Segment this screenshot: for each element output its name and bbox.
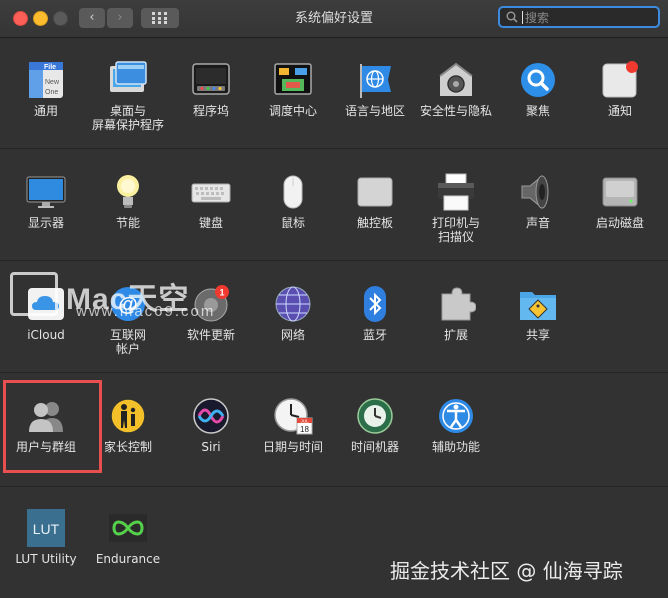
endurance-icon (108, 508, 148, 548)
keyboard-icon (191, 172, 231, 212)
notifications-icon (600, 60, 640, 100)
mission-control-icon (273, 60, 313, 100)
pref-label: 网络 (280, 328, 305, 342)
section-divider (0, 148, 668, 149)
pref-label: 程序坞 (192, 104, 229, 118)
parental-controls-icon (108, 396, 148, 436)
pref-label: 通知 (607, 104, 632, 118)
text-caret (522, 11, 523, 24)
title-bar: ‹ › 系统偏好设置 搜索 (0, 0, 668, 38)
security-privacy-icon (436, 60, 476, 100)
watermark-logo-box (10, 272, 58, 316)
pref-label: 共享 (525, 328, 550, 342)
calendar-month: JUL (300, 419, 308, 424)
svg-text:New: New (45, 79, 60, 86)
pref-label: 软件更新 (186, 328, 235, 342)
time-machine-icon (355, 396, 395, 436)
update-badge: 1 (219, 288, 224, 298)
trackpad-icon (355, 172, 395, 212)
svg-text:File: File (44, 64, 56, 71)
pref-label: 触控板 (356, 216, 393, 230)
lut-icon-text: LUT (33, 521, 60, 537)
network-icon (273, 284, 313, 324)
footer-watermark: 掘金技术社区 @ 仙海寻踪 (390, 559, 623, 583)
pref-label: 辅助功能 (431, 440, 480, 454)
svg-text:One: One (45, 89, 58, 96)
pref-label: 时间机器 (350, 440, 399, 454)
search-field[interactable]: 搜索 (498, 6, 660, 28)
pref-label: 键盘 (198, 216, 223, 230)
pref-label: 扩展 (443, 328, 468, 342)
displays-icon (26, 172, 66, 212)
accessibility-icon (436, 396, 476, 436)
energy-saver-icon (108, 172, 148, 212)
system-preferences-window: ‹ › 系统偏好设置 搜索 File New One 通用 桌面与 屏幕保护程序… (0, 0, 668, 598)
desktop-screensaver-icon (108, 60, 148, 100)
spotlight-icon (518, 60, 558, 100)
pref-label: 桌面与 屏幕保护程序 (91, 104, 164, 132)
highlight-box (3, 380, 102, 473)
mouse-icon (273, 172, 313, 212)
pref-label: Siri (201, 440, 221, 454)
search-placeholder: 搜索 (525, 11, 550, 25)
language-region-icon (355, 60, 395, 100)
pref-label: 蓝牙 (362, 328, 387, 342)
siri-icon (191, 396, 231, 436)
lut-utility-icon: LUT (26, 508, 66, 548)
pref-label: 显示器 (27, 216, 64, 230)
pref-label: LUT Utility (15, 552, 77, 566)
pref-label: 调度中心 (268, 104, 317, 118)
pref-label: 聚焦 (525, 104, 550, 118)
bluetooth-icon (355, 284, 395, 324)
startup-disk-icon (600, 172, 640, 212)
dock-icon (191, 60, 231, 100)
watermark-url: www.mac69.com (76, 303, 216, 320)
date-time-icon: JUL 18 (273, 396, 313, 436)
pref-label: 语言与地区 (344, 104, 405, 118)
pref-label: 启动磁盘 (595, 216, 644, 230)
general-icon: File New One (26, 60, 66, 100)
pref-label: 打印机与 扫描仪 (431, 216, 480, 244)
pref-label: 通用 (33, 104, 58, 118)
pref-label: 日期与时间 (262, 440, 323, 454)
sharing-icon (518, 284, 558, 324)
search-icon (506, 11, 518, 23)
pref-label: iCloud (27, 328, 65, 342)
pref-label: 声音 (525, 216, 550, 230)
extensions-icon (436, 284, 476, 324)
section-divider (0, 486, 668, 487)
calendar-day: 18 (300, 425, 309, 434)
pref-label: 节能 (115, 216, 140, 230)
pref-label: 鼠标 (280, 216, 305, 230)
pref-label: 安全性与隐私 (419, 104, 492, 118)
section-divider (0, 372, 668, 373)
printers-scanners-icon (436, 172, 476, 212)
pref-label: Endurance (95, 552, 161, 566)
pref-label: 互联网 帐户 (109, 328, 146, 356)
sound-icon (518, 172, 558, 212)
section-divider (0, 260, 668, 261)
